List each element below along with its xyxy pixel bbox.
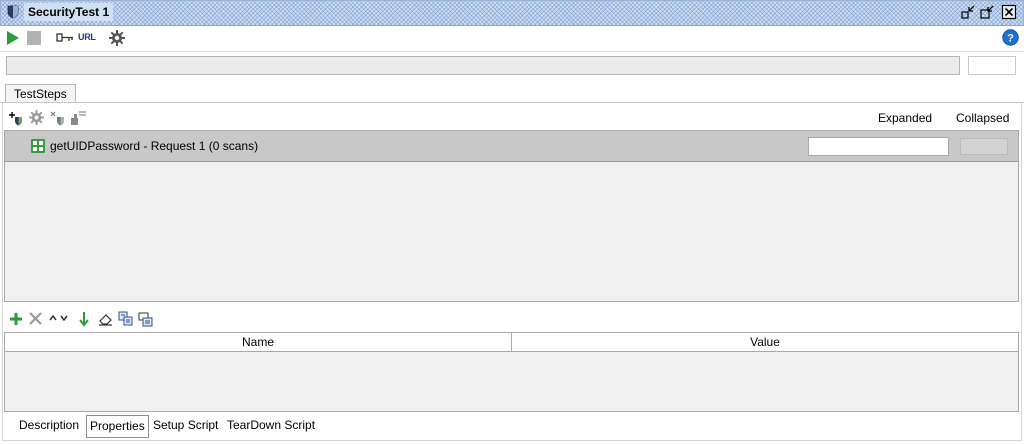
- collapsed-link[interactable]: Collapsed: [956, 111, 1009, 125]
- tab-description[interactable]: Description: [16, 415, 82, 436]
- column-header-value[interactable]: Value: [512, 333, 1018, 352]
- key-icon[interactable]: [56, 32, 74, 44]
- soap-request-icon: [31, 139, 45, 153]
- delete-icon[interactable]: [29, 312, 42, 325]
- clear-icon[interactable]: [98, 312, 113, 326]
- stop-icon[interactable]: [27, 31, 41, 45]
- add-scan-icon[interactable]: [8, 110, 24, 126]
- tab-properties[interactable]: Properties: [86, 415, 149, 438]
- tab-setup-script[interactable]: Setup Script: [150, 415, 221, 436]
- close-window-icon[interactable]: [1001, 4, 1017, 20]
- load-icon[interactable]: [118, 311, 133, 326]
- run-icon[interactable]: [6, 30, 20, 46]
- expanded-link[interactable]: Expanded: [878, 111, 932, 125]
- step-options-button[interactable]: [960, 138, 1008, 155]
- tab-teardown-script[interactable]: TearDown Script: [224, 415, 318, 436]
- save-icon[interactable]: [138, 312, 153, 327]
- configure-icon[interactable]: [29, 110, 44, 125]
- progress-bar: [6, 56, 960, 75]
- tab-teststeps[interactable]: TestSteps: [5, 84, 76, 103]
- list-item[interactable]: getUIDPassword - Request 1 (0 scans): [5, 131, 1018, 162]
- column-header-name[interactable]: Name: [5, 333, 512, 352]
- step-progress-field: [808, 137, 949, 156]
- teststeps-list: getUIDPassword - Request 1 (0 scans): [4, 130, 1019, 302]
- properties-table: Name Value: [4, 332, 1019, 412]
- remove-scan-icon[interactable]: [50, 110, 66, 126]
- svg-text:?: ?: [1007, 33, 1014, 45]
- sort-icon[interactable]: [78, 311, 90, 327]
- url-icon[interactable]: URL: [78, 32, 96, 42]
- add-icon[interactable]: [9, 312, 23, 326]
- help-icon[interactable]: ?: [1002, 29, 1019, 46]
- step-label: getUIDPassword - Request 1 (0 scans): [50, 139, 259, 153]
- window-title: SecurityTest 1: [24, 3, 114, 21]
- move-up-icon[interactable]: [49, 314, 57, 322]
- restore-window-icon[interactable]: [979, 4, 995, 20]
- assertions-icon[interactable]: [70, 109, 87, 126]
- minimize-window-icon[interactable]: [960, 4, 976, 20]
- move-down-icon[interactable]: [60, 314, 68, 322]
- progress-status-field: [968, 56, 1016, 75]
- main-toolbar: URL ?: [0, 25, 1024, 52]
- gear-icon[interactable]: [109, 30, 125, 46]
- title-bar: [0, 0, 1024, 26]
- shield-icon: [7, 5, 19, 19]
